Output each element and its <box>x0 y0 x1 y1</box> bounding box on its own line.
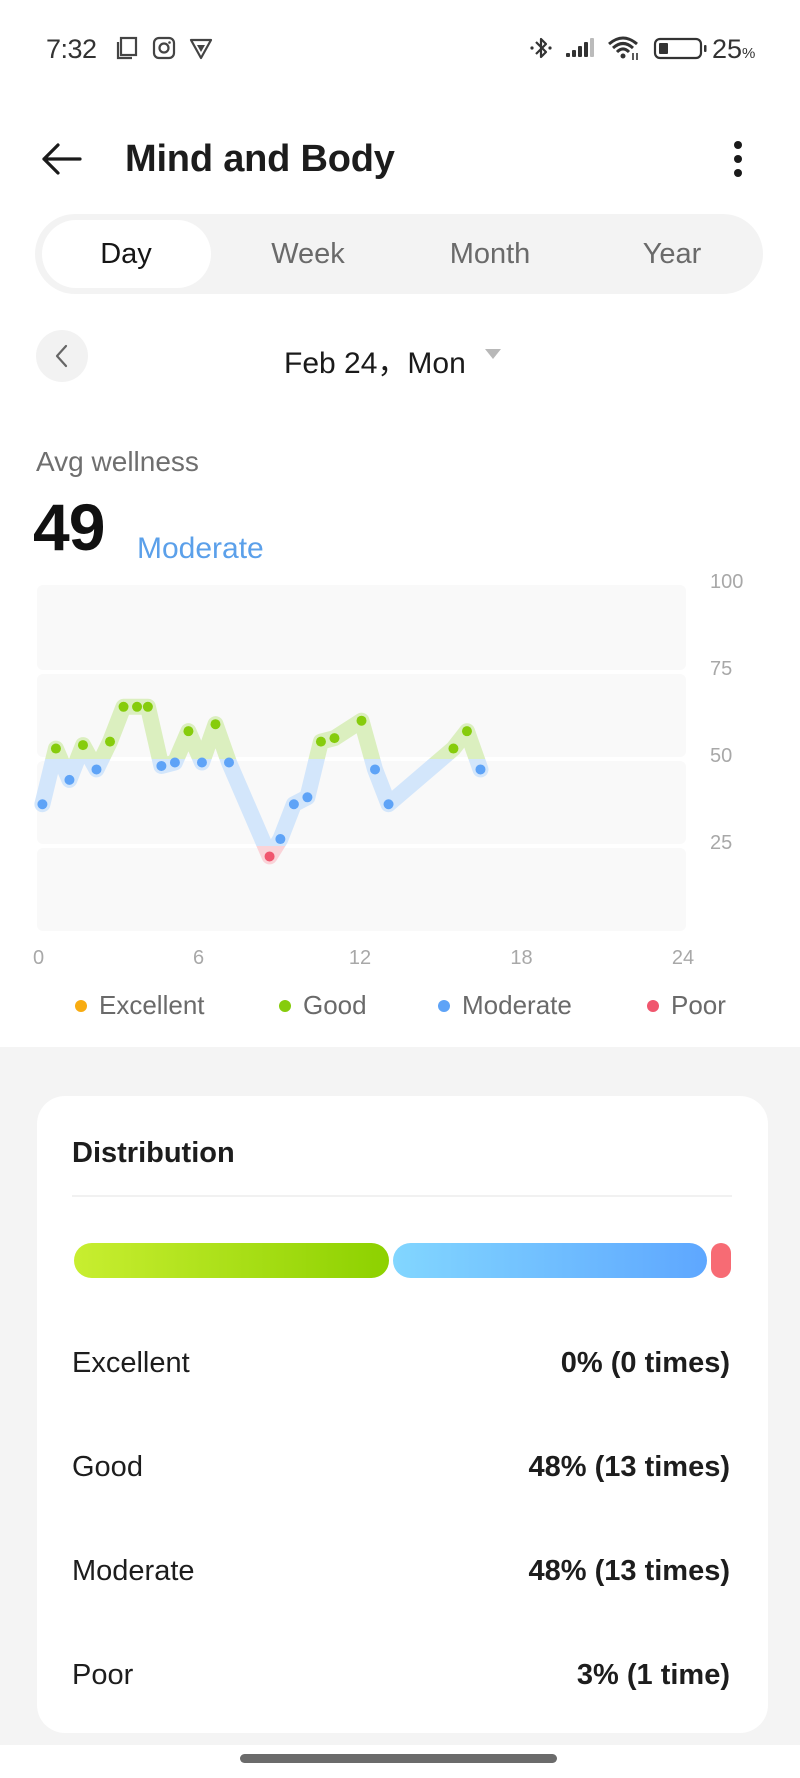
wellness-chart-svg <box>34 585 686 931</box>
tab-week-label: Week <box>271 237 345 270</box>
tab-week[interactable]: Week <box>217 214 399 294</box>
distribution-row-label: Excellent <box>72 1347 190 1379</box>
more-vertical-icon <box>734 141 742 177</box>
legend-item-poor: Poor <box>647 990 726 1021</box>
legend-dot-icon <box>647 999 659 1012</box>
data-point-good <box>356 715 367 726</box>
distribution-row-value: 0% (0 times) <box>560 1347 730 1379</box>
data-point-moderate <box>288 799 299 810</box>
page-title: Mind and Body <box>125 138 395 180</box>
instagram-icon <box>152 36 176 60</box>
data-point-moderate <box>383 799 394 810</box>
data-point-good <box>329 733 340 744</box>
legend-dot-icon <box>438 999 450 1012</box>
distribution-segment-good <box>74 1243 389 1278</box>
tab-month[interactable]: Month <box>399 214 581 294</box>
legend-label: Moderate <box>462 990 572 1020</box>
avg-wellness-label: Avg wellness <box>36 446 199 477</box>
legend-dot-icon <box>279 999 291 1012</box>
wifi-icon <box>608 36 638 60</box>
data-point-moderate <box>37 799 48 810</box>
distribution-segment-poor <box>711 1243 731 1278</box>
data-point-good <box>461 726 472 737</box>
distribution-card <box>37 1096 768 1733</box>
divider <box>72 1195 732 1197</box>
data-point-moderate <box>223 757 234 768</box>
distribution-row-label: Moderate <box>72 1555 195 1587</box>
data-point-moderate <box>196 757 207 768</box>
y-tick-label: 100 <box>710 571 744 593</box>
data-point-moderate <box>302 792 313 803</box>
legend-dot-icon <box>75 999 87 1012</box>
legend-item-excellent: Excellent <box>75 990 205 1021</box>
distribution-row-label: Poor <box>72 1659 134 1691</box>
distribution-row-value: 48% (13 times) <box>528 1555 731 1587</box>
arrow-left-icon <box>42 143 82 175</box>
tab-day-label: Day <box>100 237 152 270</box>
avg-wellness-status: Moderate <box>137 532 264 565</box>
data-point-moderate <box>91 764 102 775</box>
chart-band <box>37 848 686 931</box>
y-tick-label: 25 <box>710 832 733 854</box>
data-point-good <box>142 701 153 712</box>
battery-icon <box>653 37 707 60</box>
distribution-row-value: 3% (1 time) <box>576 1659 730 1691</box>
legend-item-moderate: Moderate <box>438 990 572 1021</box>
data-point-moderate <box>169 757 180 768</box>
tab-month-label: Month <box>449 237 531 270</box>
data-point-moderate <box>64 774 75 785</box>
data-point-good <box>50 743 61 754</box>
data-point-good <box>77 740 88 751</box>
caret-down-icon[interactable] <box>485 349 501 359</box>
data-point-good <box>448 743 459 754</box>
wellness-chart: 100 75 50 25 0 6 12 18 24 <box>0 570 800 990</box>
bluetooth-icon <box>530 37 552 59</box>
copy-notification-icon <box>116 36 138 60</box>
tab-day[interactable]: Day <box>35 214 217 294</box>
distribution-title: Distribution <box>72 1137 235 1169</box>
tab-year[interactable]: Year <box>581 214 763 294</box>
x-tick-label: 24 <box>671 947 695 969</box>
data-point-good <box>315 736 326 747</box>
more-options-button[interactable] <box>718 136 758 182</box>
x-tick-label: 12 <box>348 947 372 969</box>
status-time: 7:32 <box>46 34 97 64</box>
avg-wellness-value: 49 <box>33 490 105 564</box>
legend-label: Good <box>303 990 367 1020</box>
tab-year-label: Year <box>642 237 702 270</box>
data-point-moderate <box>156 760 167 771</box>
previous-day-button[interactable] <box>36 330 88 382</box>
data-point-moderate <box>475 764 486 775</box>
vpn-shield-icon <box>189 38 213 60</box>
battery-percent: 25% <box>712 34 756 64</box>
distribution-row-value: 48% (13 times) <box>528 1451 731 1483</box>
data-point-good <box>210 719 221 730</box>
data-point-good <box>183 726 194 737</box>
data-point-poor <box>264 851 275 862</box>
data-point-good <box>105 736 116 747</box>
home-indicator[interactable] <box>240 1754 557 1763</box>
data-point-good <box>118 701 129 712</box>
distribution-segment-moderate <box>392 1243 708 1278</box>
chart-band <box>37 585 686 670</box>
data-point-good <box>132 701 143 712</box>
y-tick-label: 50 <box>710 745 733 767</box>
cell-signal-icon <box>566 38 594 57</box>
x-tick-label: 0 <box>33 947 45 969</box>
legend-label: Excellent <box>99 990 205 1020</box>
x-tick-label: 18 <box>510 947 533 969</box>
legend-item-good: Good <box>279 990 367 1021</box>
period-tabs: Day Week Month Year <box>35 214 763 294</box>
date-selector[interactable]: Feb 24，Mon <box>284 338 466 382</box>
chart-band <box>37 761 686 844</box>
distribution-row-label: Good <box>72 1451 143 1483</box>
legend-label: Poor <box>671 990 726 1020</box>
chevron-left-icon <box>55 344 68 368</box>
data-point-moderate <box>370 764 381 775</box>
back-button[interactable] <box>34 136 88 182</box>
y-tick-label: 75 <box>710 658 733 680</box>
data-point-moderate <box>275 834 286 845</box>
x-tick-label: 6 <box>192 947 205 969</box>
